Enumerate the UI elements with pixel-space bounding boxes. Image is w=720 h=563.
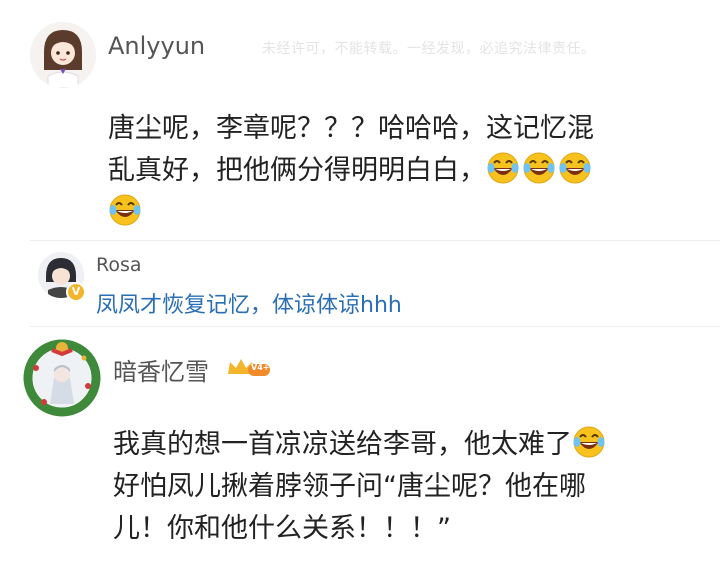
laugh-cry-emoji-icon xyxy=(486,151,520,185)
laugh-cry-emoji-icon xyxy=(572,425,606,459)
verified-badge: V xyxy=(66,282,86,302)
comment-line: 儿！你和他什么关系！！！” xyxy=(113,513,451,544)
level-badge: V4+ xyxy=(226,356,272,380)
laugh-cry-emoji-icon xyxy=(108,193,142,227)
watermark: 未经许可，不能转载。一经发现，必追究法律责任。 xyxy=(262,41,596,57)
comment-line: 乱真好，把他俩分得明明白白， xyxy=(108,155,486,186)
laugh-cry-emoji-icon xyxy=(522,151,556,185)
comment-text: 我真的想一首凉凉送给李哥，他太难了 好怕凤儿揪着脖领子问“唐尘呢？他在哪 儿！你… xyxy=(113,424,713,550)
comment-line: 好怕凤儿揪着脖领子问“唐尘呢？他在哪 xyxy=(113,471,586,502)
laugh-cry-emoji-icon xyxy=(558,151,592,185)
comment-line: 唐尘呢，李章呢？？？哈哈哈，这记忆混 xyxy=(108,113,594,144)
username[interactable]: Anlyyun xyxy=(108,32,205,60)
divider xyxy=(30,326,720,327)
divider xyxy=(30,240,720,241)
level-badge-label: V4+ xyxy=(251,363,270,372)
comment-text: 唐尘呢，李章呢？？？哈哈哈，这记忆混 乱真好，把他俩分得明明白白， xyxy=(108,108,708,234)
avatar[interactable] xyxy=(22,338,102,418)
comment-line: 我真的想一首凉凉送给李哥，他太难了 xyxy=(113,429,572,460)
username[interactable]: Rosa xyxy=(96,254,142,276)
avatar[interactable] xyxy=(30,22,96,88)
username[interactable]: 暗香忆雪 xyxy=(113,352,209,387)
comment-text: 凤凤才恢复记忆，体谅体谅hhh xyxy=(96,293,402,318)
